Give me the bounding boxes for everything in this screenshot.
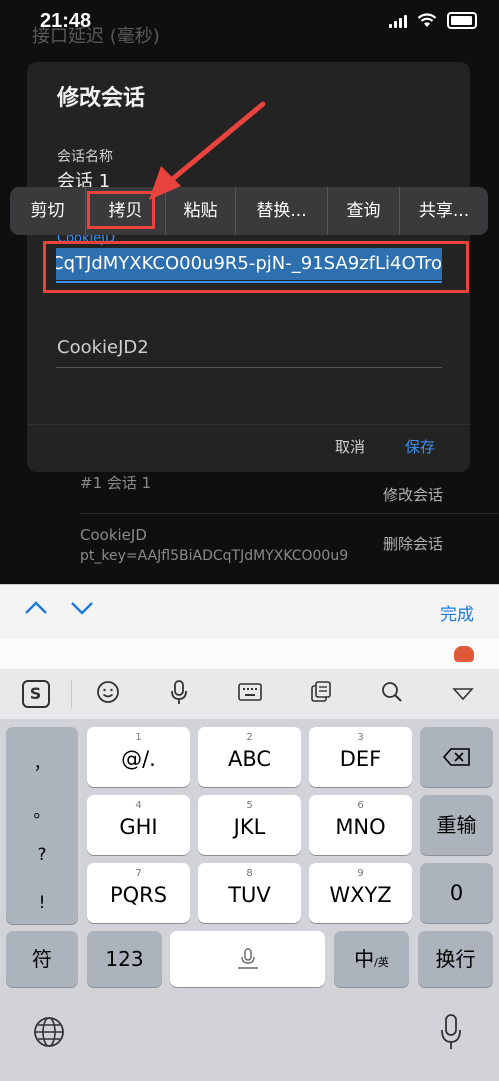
ime-mascot-icon[interactable] bbox=[454, 646, 474, 662]
zero-key[interactable]: 0 bbox=[420, 863, 493, 923]
signal-icon bbox=[389, 14, 407, 28]
chevron-down-icon[interactable] bbox=[70, 597, 94, 622]
globe-icon[interactable] bbox=[32, 1015, 66, 1053]
status-time: 21:48 bbox=[40, 10, 92, 32]
space-key[interactable] bbox=[170, 931, 325, 987]
cancel-button[interactable]: 取消 bbox=[335, 436, 365, 457]
key-9-sup: 9 bbox=[357, 868, 364, 879]
key-1-sup: 1 bbox=[135, 732, 142, 743]
key-8-label: TUV bbox=[228, 883, 271, 907]
dictation-microphone-icon[interactable] bbox=[440, 1013, 462, 1055]
key-1-label: @/. bbox=[121, 747, 156, 771]
menu-share[interactable]: 共享... bbox=[400, 187, 488, 235]
key-3-label: DEF bbox=[339, 747, 382, 771]
list-divider bbox=[80, 513, 499, 514]
key-5-sup: 5 bbox=[246, 800, 253, 811]
keyboard-strip bbox=[0, 639, 499, 669]
symbol-key[interactable]: 符 bbox=[6, 931, 78, 987]
chevron-up-icon[interactable] bbox=[24, 597, 48, 622]
retype-key[interactable]: 重输 bbox=[420, 795, 493, 855]
key-7-sup: 7 bbox=[135, 868, 142, 879]
punct-exclaim[interactable]: ! bbox=[6, 893, 78, 913]
list-item-session-1: #1 会话 1 bbox=[80, 474, 152, 492]
clipboard-icon[interactable] bbox=[285, 680, 356, 709]
search-icon[interactable] bbox=[356, 680, 427, 709]
key-3[interactable]: 3 DEF bbox=[309, 727, 412, 787]
keyboard-tools-row: S bbox=[0, 669, 499, 719]
key-6-sup: 6 bbox=[357, 800, 364, 811]
dialog-title: 修改会话 bbox=[57, 86, 146, 111]
zh-label: 中 bbox=[354, 947, 375, 971]
key-2[interactable]: 2 ABC bbox=[198, 727, 301, 787]
emoji-icon[interactable] bbox=[72, 680, 143, 709]
red-arrow-annotation bbox=[149, 101, 266, 200]
save-button[interactable]: 保存 bbox=[405, 436, 435, 457]
key-9[interactable]: 9 WXYZ bbox=[309, 863, 412, 923]
dialog-divider bbox=[27, 424, 470, 425]
edit-session-button[interactable]: 修改会话 bbox=[383, 484, 443, 505]
microphone-icon[interactable] bbox=[143, 679, 214, 710]
delete-session-button[interactable]: 删除会话 bbox=[383, 533, 443, 554]
key-7[interactable]: 7 PQRS bbox=[87, 863, 190, 923]
cookie2-underline bbox=[56, 367, 442, 368]
chinese-english-key[interactable]: 中/英 bbox=[334, 931, 409, 987]
key-4[interactable]: 4 GHI bbox=[87, 795, 190, 855]
punctuation-column[interactable]: ， 。 ? ! bbox=[6, 727, 78, 924]
key-8-sup: 8 bbox=[246, 868, 253, 879]
space-mic-icon bbox=[237, 948, 258, 969]
key-6[interactable]: 6 MNO bbox=[309, 795, 412, 855]
punct-comma[interactable]: ， bbox=[6, 749, 78, 774]
sogou-logo-icon[interactable]: S bbox=[0, 680, 71, 708]
key-2-label: ABC bbox=[227, 747, 272, 771]
key-8[interactable]: 8 TUV bbox=[198, 863, 301, 923]
key-4-label: GHI bbox=[119, 815, 158, 839]
collapse-keyboard-icon[interactable] bbox=[427, 682, 498, 706]
key-9-label: WXYZ bbox=[329, 883, 392, 907]
en-sub-label: /英 bbox=[374, 956, 389, 969]
key-4-sup: 4 bbox=[135, 800, 142, 811]
status-icons bbox=[389, 12, 477, 29]
done-button[interactable]: 完成 bbox=[440, 600, 474, 625]
key-2-sup: 2 bbox=[246, 732, 253, 743]
backspace-key[interactable] bbox=[420, 727, 493, 787]
key-6-label: MNO bbox=[335, 815, 386, 839]
list-item-cookie-value: pt_key=AAJfl5BiADCqTJdMYXKCO00u9 bbox=[80, 548, 349, 564]
enter-key[interactable]: 换行 bbox=[418, 931, 493, 987]
input-highlight-box bbox=[43, 241, 469, 293]
menu-lookup[interactable]: 查询 bbox=[328, 187, 400, 235]
punct-question[interactable]: ? bbox=[6, 845, 78, 865]
cookie2-field[interactable]: CookieJD2 bbox=[57, 337, 149, 358]
key-5-label: JKL bbox=[233, 815, 266, 839]
punct-period[interactable]: 。 bbox=[6, 797, 78, 822]
key-3-sup: 3 bbox=[357, 732, 364, 743]
number-key[interactable]: 123 bbox=[87, 931, 162, 987]
session-name-label: 会话名称 bbox=[57, 149, 113, 165]
menu-cut[interactable]: 剪切 bbox=[10, 187, 86, 235]
key-7-label: PQRS bbox=[109, 883, 168, 907]
key-1[interactable]: 1 @/. bbox=[87, 727, 190, 787]
backspace-icon bbox=[442, 748, 470, 766]
key-5[interactable]: 5 JKL bbox=[198, 795, 301, 855]
battery-icon bbox=[447, 12, 477, 29]
wifi-icon bbox=[417, 13, 437, 27]
keyboard-icon[interactable] bbox=[214, 682, 285, 707]
list-item-cookie-title: CookieJD bbox=[80, 526, 147, 544]
